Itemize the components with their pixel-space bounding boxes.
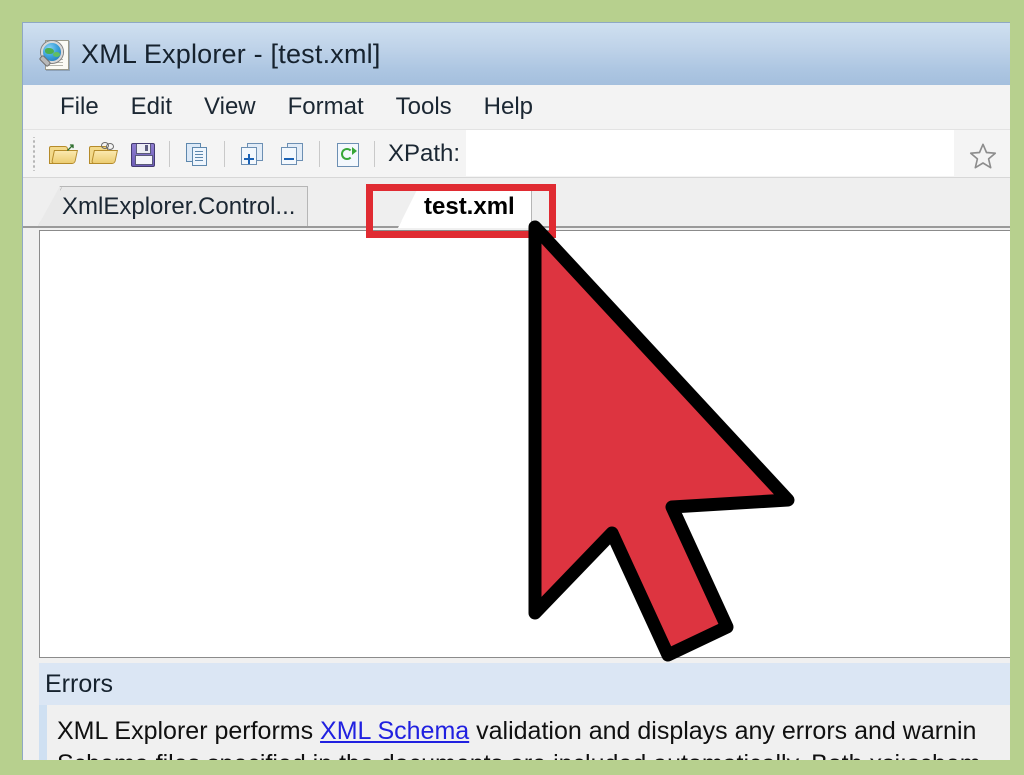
toolbar: ↗: [23, 130, 1010, 178]
page-minus-icon: [281, 143, 303, 165]
copy-button[interactable]: [179, 136, 215, 172]
screenshot-root: XML Explorer - [test.xml] File Edit View…: [0, 0, 1024, 775]
floppy-disk-icon: [131, 143, 155, 167]
open-file-button[interactable]: ↗: [44, 136, 80, 172]
errors-description: XML Explorer performs XML Schema validat…: [39, 705, 1010, 760]
star-icon: [968, 142, 998, 170]
copy-pages-icon: [186, 143, 208, 165]
toolbar-separator: [224, 141, 225, 167]
menu-item-help[interactable]: Help: [468, 91, 549, 123]
xml-explorer-window: XML Explorer - [test.xml] File Edit View…: [22, 22, 1010, 760]
menu-item-edit[interactable]: Edit: [115, 91, 188, 123]
errors-title: Errors: [45, 670, 113, 699]
title-bar: XML Explorer - [test.xml]: [23, 23, 1010, 85]
toolbar-separator: [319, 141, 320, 167]
errors-panel-header[interactable]: Errors: [39, 663, 1010, 705]
tab-label: test.xml: [420, 193, 525, 221]
menu-bar: File Edit View Format Tools Help: [23, 85, 1010, 130]
favorites-button[interactable]: [954, 130, 1010, 177]
tab-test-xml[interactable]: test.xml: [398, 184, 532, 228]
tab-label: XmlExplorer.Control...: [60, 193, 303, 221]
save-button[interactable]: [124, 136, 160, 172]
errors-text-before-link: XML Explorer performs: [57, 717, 320, 745]
page-plus-icon: [241, 143, 263, 165]
xpath-label: XPath:: [388, 140, 460, 168]
errors-line-1: XML Explorer performs XML Schema validat…: [57, 715, 1010, 748]
document-tab-strip: XmlExplorer.Control... test.xml: [23, 178, 1010, 228]
window-title: XML Explorer - [test.xml]: [81, 39, 381, 70]
menu-item-view[interactable]: View: [188, 91, 272, 123]
menu-item-file[interactable]: File: [44, 91, 115, 123]
errors-text-after-link: validation and displays any errors and w…: [469, 717, 976, 745]
errors-line-2: Schema files specified in the documents …: [57, 748, 1010, 760]
toolbar-separator: [374, 141, 375, 167]
collapse-all-button[interactable]: [274, 136, 310, 172]
expand-all-button[interactable]: [234, 136, 270, 172]
tab-xmlexplorer-control[interactable]: XmlExplorer.Control...: [38, 186, 308, 226]
page-refresh-icon: [337, 143, 359, 167]
folder-open-icon: ↗: [49, 145, 74, 164]
xml-schema-link[interactable]: XML Schema: [320, 717, 469, 745]
toolbar-grip-handle[interactable]: [31, 137, 38, 171]
xml-document-magnifier-icon: [37, 37, 71, 71]
xml-tree-view[interactable]: [39, 230, 1010, 658]
open-url-button[interactable]: [84, 136, 120, 172]
toolbar-separator: [169, 141, 170, 167]
xpath-input[interactable]: [466, 130, 954, 176]
menu-item-format[interactable]: Format: [272, 91, 380, 123]
refresh-button[interactable]: [329, 136, 365, 172]
errors-panel: Errors XML Explorer performs XML Schema …: [23, 663, 1010, 760]
folder-link-icon: [89, 145, 114, 164]
menu-item-tools[interactable]: Tools: [380, 91, 468, 123]
